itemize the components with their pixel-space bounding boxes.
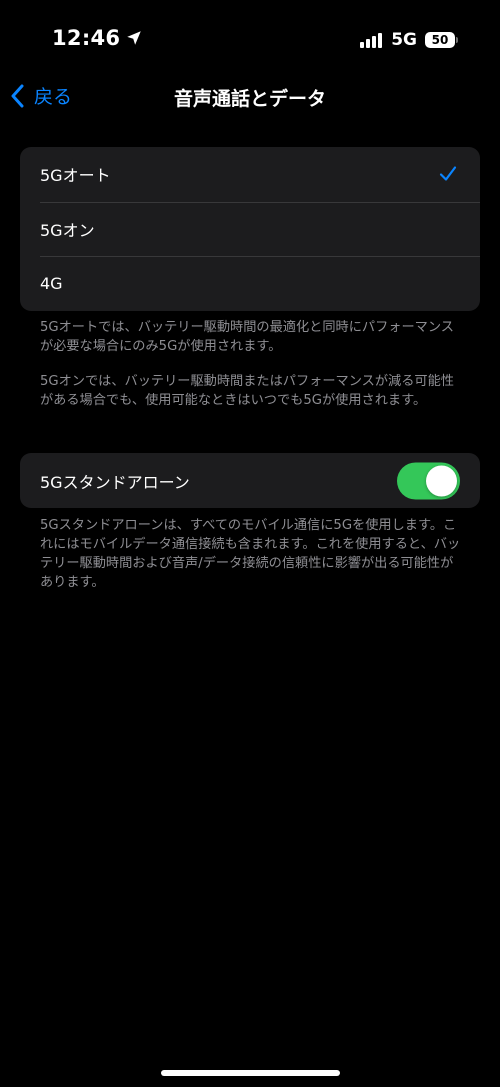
status-time: 12:46 (52, 26, 143, 50)
note-standalone: 5Gスタンドアローンは、すべてのモバイル通信に5Gを使用します。これにはモバイル… (40, 518, 461, 590)
location-arrow-icon (127, 31, 142, 45)
toggle-knob (426, 465, 457, 496)
option-4g[interactable]: 4G (20, 256, 480, 311)
status-time-text: 12:46 (52, 26, 121, 50)
battery-cap (456, 37, 458, 43)
option-label: 4G (40, 273, 63, 293)
option-label: 5Gオン (40, 220, 95, 240)
cellular-signal-icon (360, 32, 383, 48)
home-indicator[interactable] (161, 1070, 340, 1076)
note-5g-on: 5Gオンでは、バッテリー駆動時間またはパフォーマンスが減る可能性がある場合でも、… (40, 374, 454, 408)
page-title: 音声通話とデータ (173, 88, 326, 110)
battery-level: 50 (425, 32, 455, 48)
navigation-bar: 戻る 音声通話とデータ (0, 78, 500, 118)
checkmark-icon (439, 166, 457, 181)
network-type-label: 5G (391, 30, 417, 50)
status-bar: 12:46 5G 50 (0, 0, 500, 80)
option-5g-on[interactable]: 5Gオン (20, 201, 480, 257)
network-mode-list: 5Gオート 5Gオン 4G (20, 147, 480, 311)
option-label: 5Gオート (40, 166, 111, 186)
standalone-group: 5Gスタンドアローン (20, 453, 480, 508)
battery-icon: 50 (425, 32, 458, 48)
note-5g-auto: 5Gオートでは、バッテリー駆動時間の最適化と同時にパフォーマンスが必要な場合にの… (40, 320, 454, 354)
standalone-toggle[interactable] (397, 462, 460, 499)
standalone-row: 5Gスタンドアローン (20, 453, 480, 508)
standalone-label: 5Gスタンドアローン (40, 472, 190, 492)
option-5g-auto[interactable]: 5Gオート (20, 147, 480, 202)
status-indicators: 5G 50 (360, 28, 458, 52)
